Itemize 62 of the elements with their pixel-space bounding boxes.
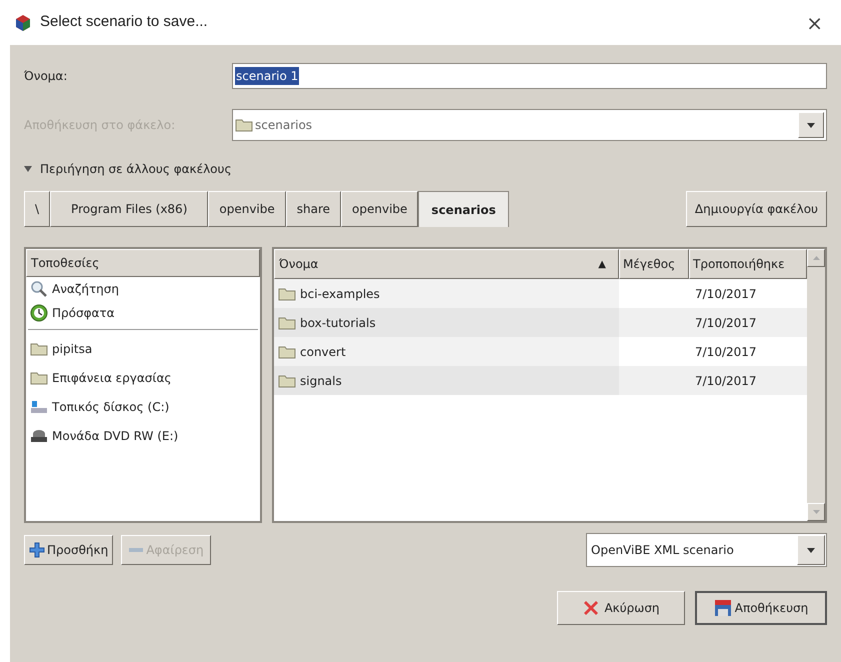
file-row[interactable]: convert 7/10/2017: [274, 337, 807, 366]
folder-icon: [235, 118, 253, 132]
close-button[interactable]: ×: [802, 12, 827, 32]
triangle-icon: [24, 166, 32, 172]
cancel-button[interactable]: Ακύρωση: [557, 591, 685, 625]
folder-icon: [278, 316, 296, 330]
place-item[interactable]: Επιφάνεια εργασίας: [26, 363, 260, 392]
folder-icon: [30, 342, 48, 356]
place-item[interactable]: Τοπικός δίσκος (C:): [26, 392, 260, 421]
path-button[interactable]: openvibe: [341, 191, 418, 227]
clock-icon: [30, 304, 48, 322]
scroll-down-arrow-icon[interactable]: [812, 510, 820, 514]
add-button[interactable]: Προσθήκη: [24, 535, 114, 565]
places-header: Τοποθεσίες: [26, 249, 260, 277]
create-folder-button[interactable]: Δημιουργία φακέλου: [686, 191, 827, 227]
file-name: convert: [300, 344, 346, 360]
magnifier-icon: [30, 281, 48, 297]
folder-icon: [278, 286, 296, 300]
path-button[interactable]: Program Files (x86): [50, 191, 208, 227]
file-row[interactable]: box-tutorials 7/10/2017: [274, 308, 807, 337]
path-button[interactable]: scenarios: [418, 191, 509, 227]
caret-icon: [807, 122, 815, 128]
column-header[interactable]: Όνομα ▲: [274, 249, 619, 279]
folder-icon: [30, 370, 48, 384]
sort-indicator: ▲: [598, 258, 606, 272]
modified-date: 7/10/2017: [695, 344, 757, 360]
plus-icon: [29, 542, 45, 558]
cube-logo-icon: [14, 14, 32, 32]
file-name: box-tutorials: [300, 314, 376, 332]
filter-select[interactable]: OpenViBE XML scenario: [586, 533, 827, 567]
file-name: signals: [300, 372, 342, 390]
name-value: scenario 1: [235, 67, 300, 85]
file-row[interactable]: signals 7/10/2017: [274, 366, 807, 395]
modified-date: 7/10/2017: [695, 314, 757, 332]
place-item[interactable]: pipitsa: [26, 334, 260, 363]
browse-expander[interactable]: Περιήγηση σε άλλους φακέλους: [24, 159, 232, 179]
path-button[interactable]: \: [24, 191, 50, 227]
cross-icon: [582, 599, 600, 617]
place-item[interactable]: Μονάδα DVD RW (E:): [26, 421, 260, 450]
drive-icon: [30, 400, 48, 414]
dvd-drive-icon: [30, 428, 48, 442]
file-name: bci-examples: [300, 286, 380, 302]
column-header[interactable]: Τροποποιήθηκε: [689, 249, 807, 279]
folder-value: scenarios: [255, 117, 312, 134]
name-label: Όνομα:: [24, 68, 68, 85]
column-header[interactable]: Μέγεθος: [619, 249, 689, 279]
save-button[interactable]: Αποθήκευση: [695, 591, 827, 625]
path-button[interactable]: share: [286, 191, 342, 227]
folder-icon: [278, 374, 296, 388]
modified-date: 7/10/2017: [695, 372, 757, 390]
scroll-up-arrow-icon[interactable]: [812, 256, 820, 260]
path-button[interactable]: openvibe: [208, 191, 286, 227]
place-item[interactable]: Πρόσφατα: [26, 301, 260, 325]
folder-icon: [278, 344, 296, 358]
place-item[interactable]: Αναζήτηση: [26, 277, 260, 301]
file-row[interactable]: bci-examples 7/10/2017: [274, 279, 807, 308]
window-title: Select scenario to save...: [40, 12, 208, 32]
scrollbar[interactable]: [807, 249, 825, 521]
minus-icon: [128, 547, 144, 553]
name-input[interactable]: scenario 1: [232, 63, 827, 89]
modified-date: 7/10/2017: [695, 286, 757, 302]
caret-icon: [807, 548, 815, 552]
